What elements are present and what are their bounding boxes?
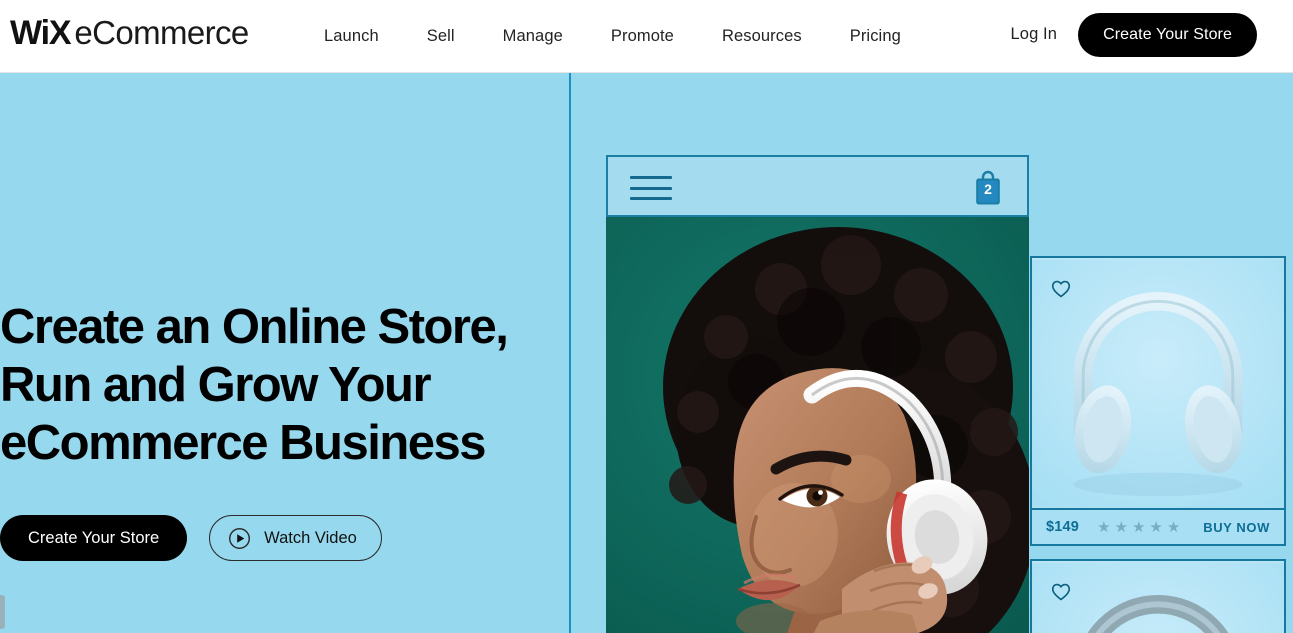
phone-mockup: 2 <box>606 155 1029 633</box>
logo-product-text: eCommerce <box>74 14 249 51</box>
hero-portrait-photo <box>606 217 1029 633</box>
star-icon[interactable]: ★ <box>1115 520 1128 535</box>
edge-decoration <box>0 595 5 629</box>
rating-stars[interactable]: ★ ★ ★ ★ ★ <box>1097 520 1180 535</box>
nav-item-promote[interactable]: Promote <box>587 27 698 46</box>
heart-outline-icon[interactable] <box>1050 278 1072 298</box>
hero-vertical-divider <box>569 73 571 633</box>
nav-item-manage[interactable]: Manage <box>479 27 587 46</box>
headline-line-3: eCommerce Business <box>0 416 487 470</box>
product-image <box>1032 258 1284 508</box>
page-title: Create an Online Store, Run and Grow You… <box>0 298 560 472</box>
product-card[interactable]: $149 ★ ★ ★ ★ ★ BUY NOW <box>1030 559 1286 633</box>
buy-now-button[interactable]: BUY NOW <box>1203 520 1270 535</box>
nav-item-launch[interactable]: Launch <box>300 27 403 46</box>
headline-line-1: Create an Online Store, <box>0 300 509 354</box>
primary-navigation: Launch Sell Manage Promote Resources Pri… <box>300 0 925 73</box>
logo-wix-text: WiX <box>10 14 72 52</box>
product-price: $149 <box>1046 519 1080 535</box>
product-card-column: $149 ★ ★ ★ ★ ★ BUY NOW <box>1030 256 1293 633</box>
brand-logo[interactable]: WiX eCommerce <box>10 14 249 53</box>
hamburger-icon[interactable] <box>630 176 672 200</box>
star-icon[interactable]: ★ <box>1132 520 1145 535</box>
product-image <box>1032 561 1284 633</box>
shopping-bag-glyph <box>976 170 1000 205</box>
site-header: WiX eCommerce Launch Sell Manage Promote… <box>0 0 1293 73</box>
hero-cta-row: Create Your Store Watch Video <box>0 515 382 561</box>
product-card-footer: $149 ★ ★ ★ ★ ★ BUY NOW <box>1032 508 1284 544</box>
heart-outline-icon[interactable] <box>1050 581 1072 601</box>
login-link[interactable]: Log In <box>1011 25 1057 44</box>
nav-item-pricing[interactable]: Pricing <box>826 27 925 46</box>
nav-item-resources[interactable]: Resources <box>698 27 826 46</box>
star-icon[interactable]: ★ <box>1097 520 1110 535</box>
star-icon[interactable]: ★ <box>1167 520 1180 535</box>
watch-video-button[interactable]: Watch Video <box>209 515 382 561</box>
shopping-bag-icon[interactable]: 2 <box>974 169 1002 206</box>
product-card[interactable]: $149 ★ ★ ★ ★ ★ BUY NOW <box>1030 256 1286 546</box>
portrait-illustration <box>606 217 1029 633</box>
header-create-store-button[interactable]: Create Your Store <box>1078 13 1257 57</box>
play-circle-icon <box>229 527 251 549</box>
star-icon[interactable]: ★ <box>1149 520 1162 535</box>
phone-app-bar: 2 <box>606 155 1029 217</box>
hero-create-store-button[interactable]: Create Your Store <box>0 515 188 561</box>
hero-section: Create an Online Store, Run and Grow You… <box>0 73 1293 633</box>
nav-item-sell[interactable]: Sell <box>403 27 479 46</box>
watch-video-label: Watch Video <box>264 528 357 547</box>
headline-line-2: Run and Grow Your <box>0 358 432 412</box>
